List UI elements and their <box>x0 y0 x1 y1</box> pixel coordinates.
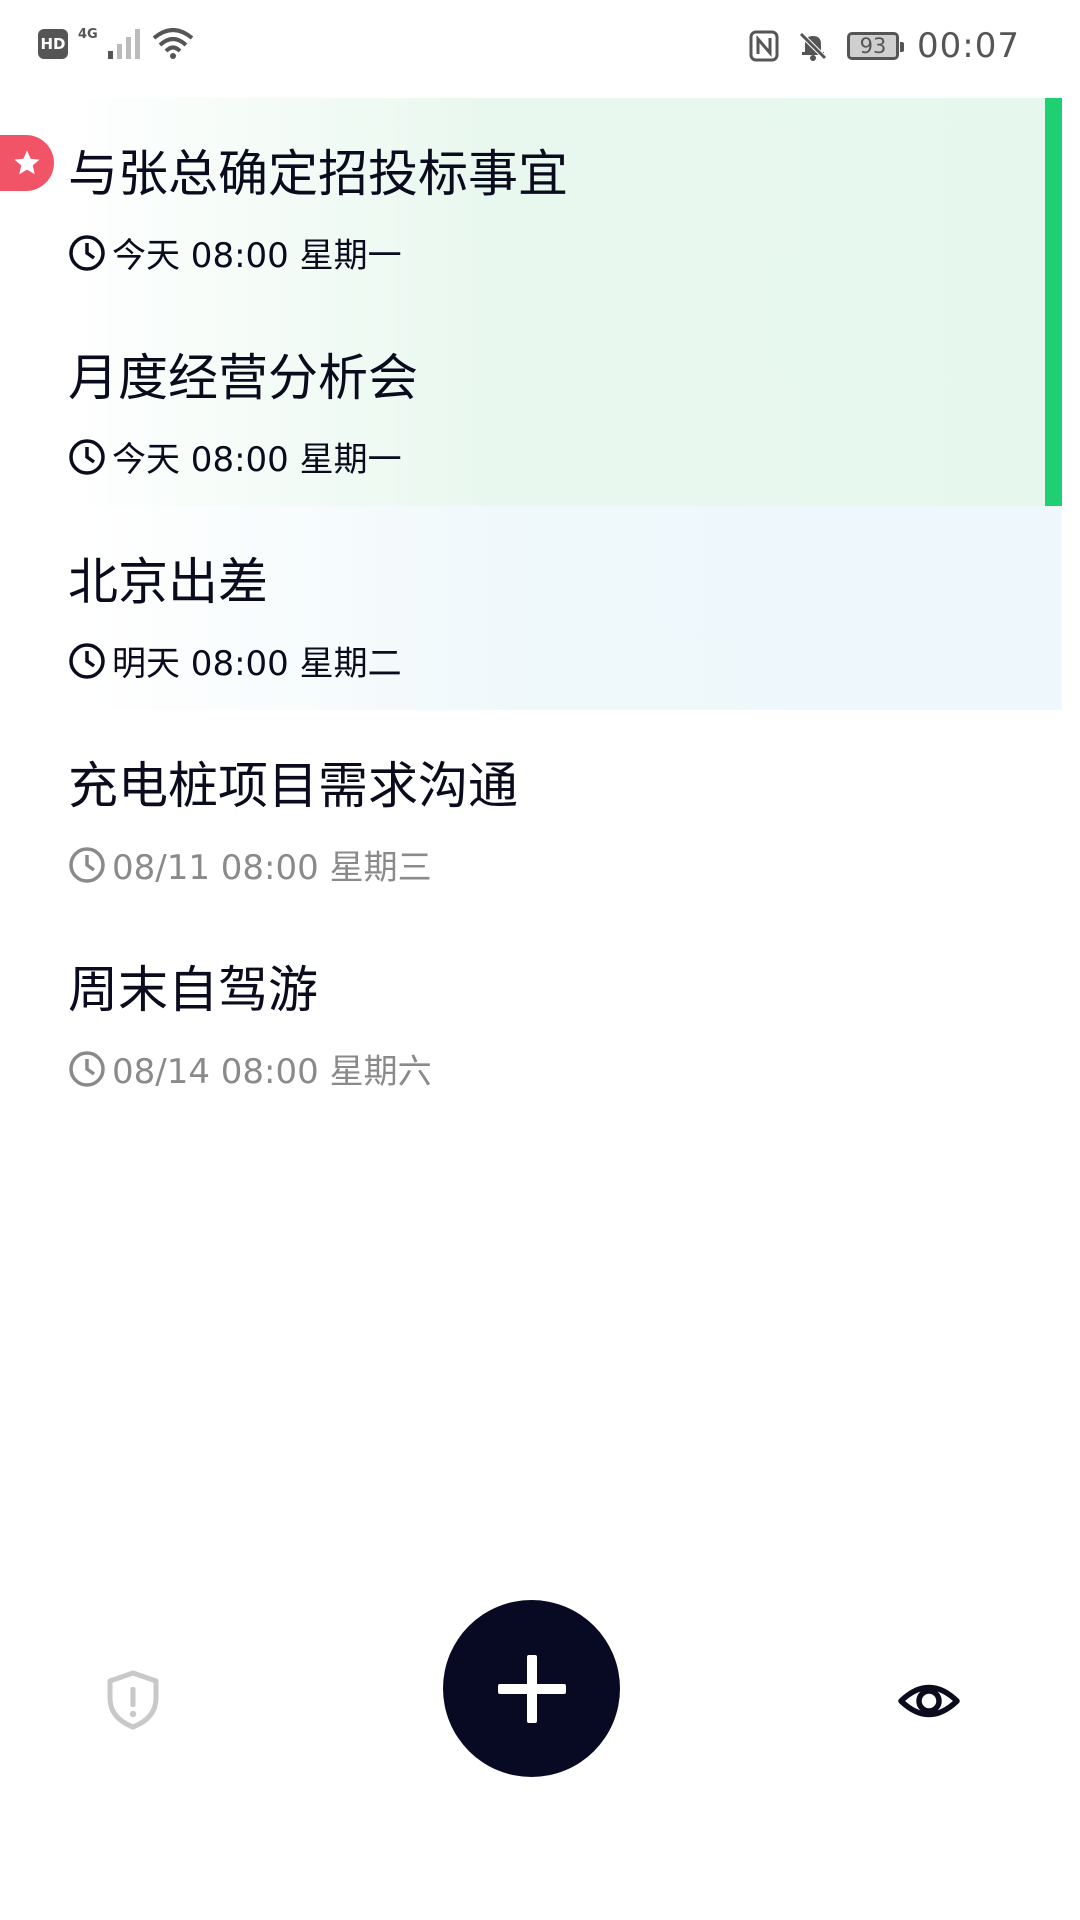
add-reminder-button[interactable] <box>443 1600 620 1777</box>
network-type: 4G <box>78 26 98 42</box>
status-left: HD 4G <box>38 26 194 60</box>
reminder-title: 月度经营分析会 <box>68 349 418 407</box>
reminder-time: 明天 08:00 星期二 <box>112 644 402 684</box>
reminder-time-row: 今天 08:00 星期一 <box>68 228 402 277</box>
status-right: 93 00:07 <box>749 26 1020 66</box>
reminder-time-row: 08/14 08:00 星期六 <box>68 1044 432 1093</box>
star-icon <box>14 150 40 175</box>
wifi-icon <box>152 28 194 59</box>
hd-badge: HD <box>38 29 68 59</box>
shield-alert-icon[interactable] <box>106 1670 160 1730</box>
list-item[interactable]: 充电桩项目需求沟通 08/11 08:00 星期三 <box>0 710 1080 914</box>
list-item[interactable]: 与张总确定招投标事宜 今天 08:00 星期一 <box>0 98 1062 302</box>
status-bar: HD 4G 93 00:07 <box>0 0 1080 98</box>
clock-icon <box>69 642 105 679</box>
reminder-time: 今天 08:00 星期一 <box>112 440 402 480</box>
star-badge <box>0 135 54 191</box>
clock-icon <box>69 1050 105 1087</box>
plus-icon <box>497 1654 566 1723</box>
reminder-time-row: 08/11 08:00 星期三 <box>68 840 432 889</box>
reminder-time: 08/14 08:00 星期六 <box>112 1052 432 1092</box>
signal-icon <box>107 29 140 59</box>
battery-indicator: 93 <box>847 32 905 60</box>
reminder-list: 与张总确定招投标事宜 今天 08:00 星期一 月度经营分析会 今天 08:00… <box>0 98 1080 1118</box>
bell-off-icon <box>799 32 827 61</box>
eye-icon[interactable] <box>898 1670 960 1732</box>
reminder-title: 北京出差 <box>68 553 268 611</box>
today-indicator-bar <box>1045 98 1062 506</box>
list-item[interactable]: 月度经营分析会 今天 08:00 星期一 <box>0 302 1062 506</box>
reminder-time: 08/11 08:00 星期三 <box>112 848 432 888</box>
reminder-title: 与张总确定招投标事宜 <box>68 145 568 203</box>
reminder-time-row: 明天 08:00 星期二 <box>68 636 402 685</box>
clock-icon <box>69 438 105 475</box>
clock-time: 00:07 <box>917 26 1020 66</box>
reminder-title: 充电桩项目需求沟通 <box>68 757 518 815</box>
nfc-icon <box>749 30 779 62</box>
reminder-time-row: 今天 08:00 星期一 <box>68 432 402 481</box>
reminder-time: 今天 08:00 星期一 <box>112 236 402 276</box>
reminder-title: 周末自驾游 <box>68 961 318 1019</box>
clock-icon <box>69 234 105 271</box>
list-item[interactable]: 北京出差 明天 08:00 星期二 <box>0 506 1062 710</box>
clock-icon <box>69 846 105 883</box>
list-item[interactable]: 周末自驾游 08/14 08:00 星期六 <box>0 914 1080 1118</box>
